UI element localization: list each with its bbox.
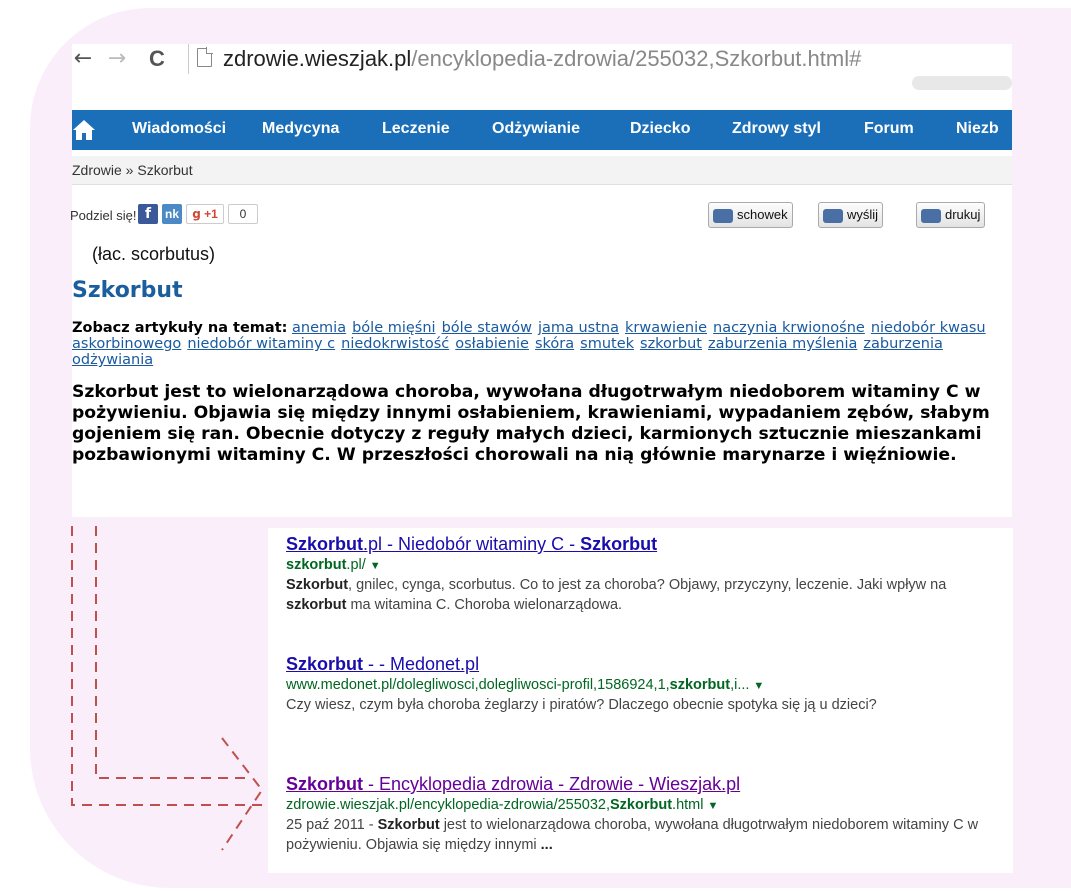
- inner-dashed-line: [95, 526, 250, 779]
- outer-dashed-line: [71, 526, 268, 806]
- dashed-arrows: [71, 526, 268, 851]
- arrow-head: [221, 737, 264, 851]
